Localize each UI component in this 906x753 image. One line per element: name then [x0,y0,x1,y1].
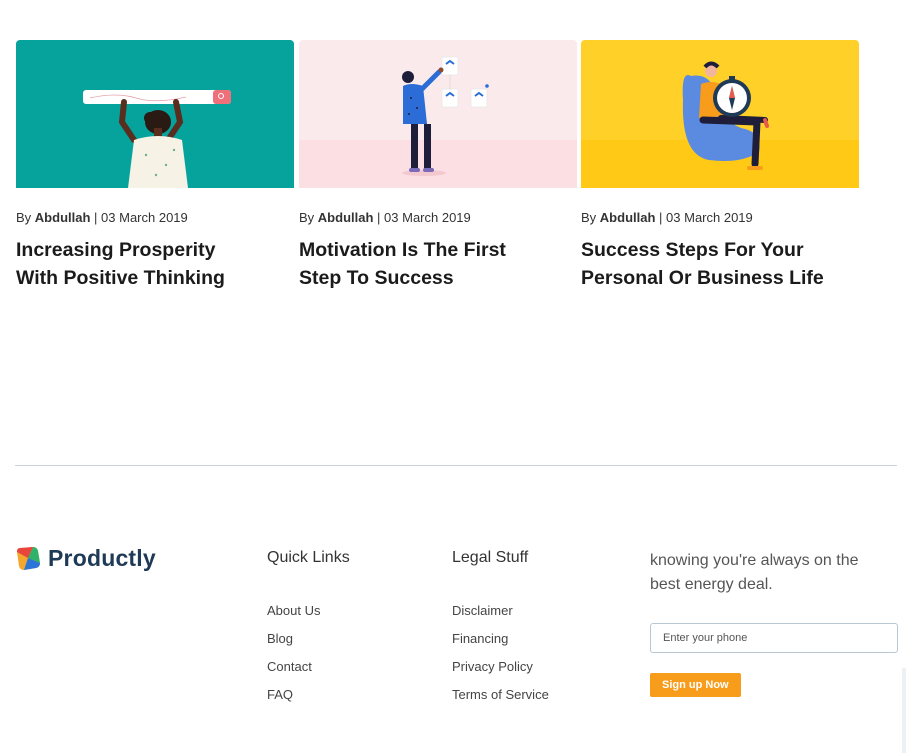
brand-name: Productly [48,545,156,571]
post-date: 03 March 2019 [384,210,471,225]
post-meta: By Abdullah | 03 March 2019 [299,210,577,225]
post-title-line[interactable]: Success Steps For Your [581,236,859,264]
motivation-illustration [299,40,577,188]
footer-link-financing[interactable]: Financing [452,631,549,659]
blog-thumbnail[interactable] [299,40,577,188]
post-title-line[interactable]: With Positive Thinking [16,264,294,292]
blog-card[interactable]: By Abdullah | 03 March 2019 Increasing P… [16,40,294,292]
author-name[interactable]: Abdullah [600,210,656,225]
by-label: By [299,210,315,225]
footer-divider [15,465,897,466]
footer-link-about-us[interactable]: About Us [267,603,350,631]
post-title-line[interactable]: Personal Or Business Life [581,264,859,292]
blog-thumbnail[interactable] [16,40,294,188]
post-title[interactable]: Motivation Is The First Step To Success [299,236,577,292]
blog-card[interactable]: By Abdullah | 03 March 2019 Success Step… [581,40,859,292]
footer-link-disclaimer[interactable]: Disclaimer [452,603,549,631]
newsletter-text: knowing you're always on the best energy… [650,549,900,597]
newsletter-text-line: knowing you're always on the [650,552,859,569]
blog-card[interactable]: By Abdullah | 03 March 2019 Motivation I… [299,40,577,292]
meta-separator: | [377,210,381,225]
legal-heading: Legal Stuff [452,549,529,566]
quick-links-column: Quick Links About Us Blog Contact FAQ [267,549,350,715]
meta-separator: | [94,210,98,225]
post-title[interactable]: Success Steps For Your Personal Or Busin… [581,236,859,292]
post-date: 03 March 2019 [666,210,753,225]
post-meta: By Abdullah | 03 March 2019 [581,210,859,225]
post-title[interactable]: Increasing Prosperity With Positive Thin… [16,236,294,292]
sign-up-button[interactable]: Sign up Now [650,673,741,697]
search-person-illustration [16,40,294,188]
quick-links-list: About Us Blog Contact FAQ [267,603,350,715]
post-title-line[interactable]: Step To Success [299,264,577,292]
newsletter-section: knowing you're always on the best energy… [650,549,900,697]
by-label: By [581,210,597,225]
footer-link-privacy-policy[interactable]: Privacy Policy [452,659,549,687]
footer-logo[interactable]: Productly [16,545,156,572]
post-meta: By Abdullah | 03 March 2019 [16,210,294,225]
productly-logo-icon [17,547,40,570]
footer-link-contact[interactable]: Contact [267,659,350,687]
footer-link-blog[interactable]: Blog [267,631,350,659]
compass-person-illustration [581,40,859,188]
by-label: By [16,210,32,225]
legal-column: Legal Stuff Disclaimer Financing Privacy… [452,549,549,715]
blog-thumbnail[interactable] [581,40,859,188]
footer-link-faq[interactable]: FAQ [267,687,350,715]
legal-links-list: Disclaimer Financing Privacy Policy Term… [452,603,549,715]
post-date: 03 March 2019 [101,210,188,225]
author-name[interactable]: Abdullah [35,210,91,225]
author-name[interactable]: Abdullah [318,210,374,225]
scroll-edge [902,668,906,753]
newsletter-text-line: best energy deal. [650,576,773,593]
phone-input[interactable] [650,623,898,653]
footer-link-terms-of-service[interactable]: Terms of Service [452,687,549,715]
meta-separator: | [659,210,663,225]
post-title-line[interactable]: Increasing Prosperity [16,236,294,264]
post-title-line[interactable]: Motivation Is The First [299,236,577,264]
quick-links-heading: Quick Links [267,549,350,566]
